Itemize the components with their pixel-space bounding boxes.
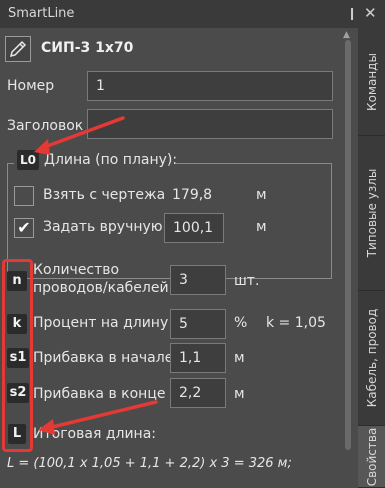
manual-checkbox[interactable]: ✔ xyxy=(14,218,34,238)
manual-label: Задать вручную xyxy=(43,219,163,235)
length-badge-l0: L0 xyxy=(17,150,39,170)
manual-unit: м xyxy=(256,219,267,235)
length-group-title: Длина (по плану): xyxy=(44,152,178,168)
manual-length-field[interactable]: 100,1 xyxy=(164,213,224,243)
edit-button[interactable] xyxy=(5,36,31,62)
tab-commands[interactable]: Команды xyxy=(358,28,385,136)
properties-panel: СИП-3 1x70 Номер 1 Заголовок L0 Длина (п… xyxy=(0,28,358,488)
scrollbar-thumb[interactable] xyxy=(345,40,351,450)
count-field[interactable]: 3 xyxy=(170,265,226,295)
heading-label: Заголовок xyxy=(7,118,84,134)
end-add-field[interactable]: 2,2 xyxy=(170,378,226,408)
tab-typical-nodes[interactable]: Типовые узлы xyxy=(358,136,385,291)
pin-icon[interactable]: ❙ xyxy=(347,6,357,20)
from-drawing-label: Взять с чертежа xyxy=(43,187,166,203)
tab-commands-label: Команды xyxy=(364,52,379,111)
page-title: СИП-3 1x70 xyxy=(41,40,134,56)
annotation-highlight-box xyxy=(2,259,33,452)
tab-cable-wire[interactable]: Кабель, провод xyxy=(358,291,385,426)
percent-unit: % xyxy=(234,315,248,331)
close-icon[interactable]: ✕ xyxy=(364,4,377,22)
heading-field[interactable] xyxy=(87,109,333,139)
percent-field[interactable]: 5 xyxy=(170,309,226,339)
scroll-up-icon[interactable]: ▲ xyxy=(343,30,350,40)
end-add-label: Прибавка в конце xyxy=(33,386,166,402)
count-label-line1: Количество xyxy=(33,262,120,278)
k-coefficient: k = 1,05 xyxy=(266,315,326,331)
from-drawing-unit: м xyxy=(256,187,267,203)
pencil-icon xyxy=(9,40,27,58)
tab-typical-nodes-label: Типовые узлы xyxy=(364,168,379,258)
side-tabs: Команды Типовые узлы Кабель, провод Свой… xyxy=(358,28,385,488)
window-title-bar: SmartLine ❙ ✕ xyxy=(0,0,385,29)
tab-properties-label: Свойства xyxy=(364,427,379,486)
tab-properties[interactable]: Свойства xyxy=(358,426,385,488)
start-add-field[interactable]: 1,1 xyxy=(170,343,226,373)
number-label: Номер xyxy=(7,78,55,94)
percent-label: Процент на длину xyxy=(33,315,169,331)
count-label-line2: проводов/кабелей xyxy=(33,280,169,296)
start-add-label: Прибавка в начале xyxy=(33,350,174,366)
tab-cable-wire-label: Кабель, провод xyxy=(364,308,379,408)
end-add-unit: м xyxy=(234,386,245,402)
total-formula: L = (100,1 x 1,05 + 1,1 + 2,2) x 3 = 326… xyxy=(7,456,292,471)
window-title: SmartLine xyxy=(8,6,75,21)
scrollbar[interactable]: ▲ xyxy=(338,28,358,488)
number-field[interactable]: 1 xyxy=(87,71,333,101)
count-unit: шт. xyxy=(234,273,260,289)
from-drawing-value: 179,8 xyxy=(172,187,213,203)
start-add-unit: м xyxy=(234,350,245,366)
from-drawing-checkbox[interactable] xyxy=(14,186,34,206)
total-label: Итоговая длина: xyxy=(33,426,156,442)
